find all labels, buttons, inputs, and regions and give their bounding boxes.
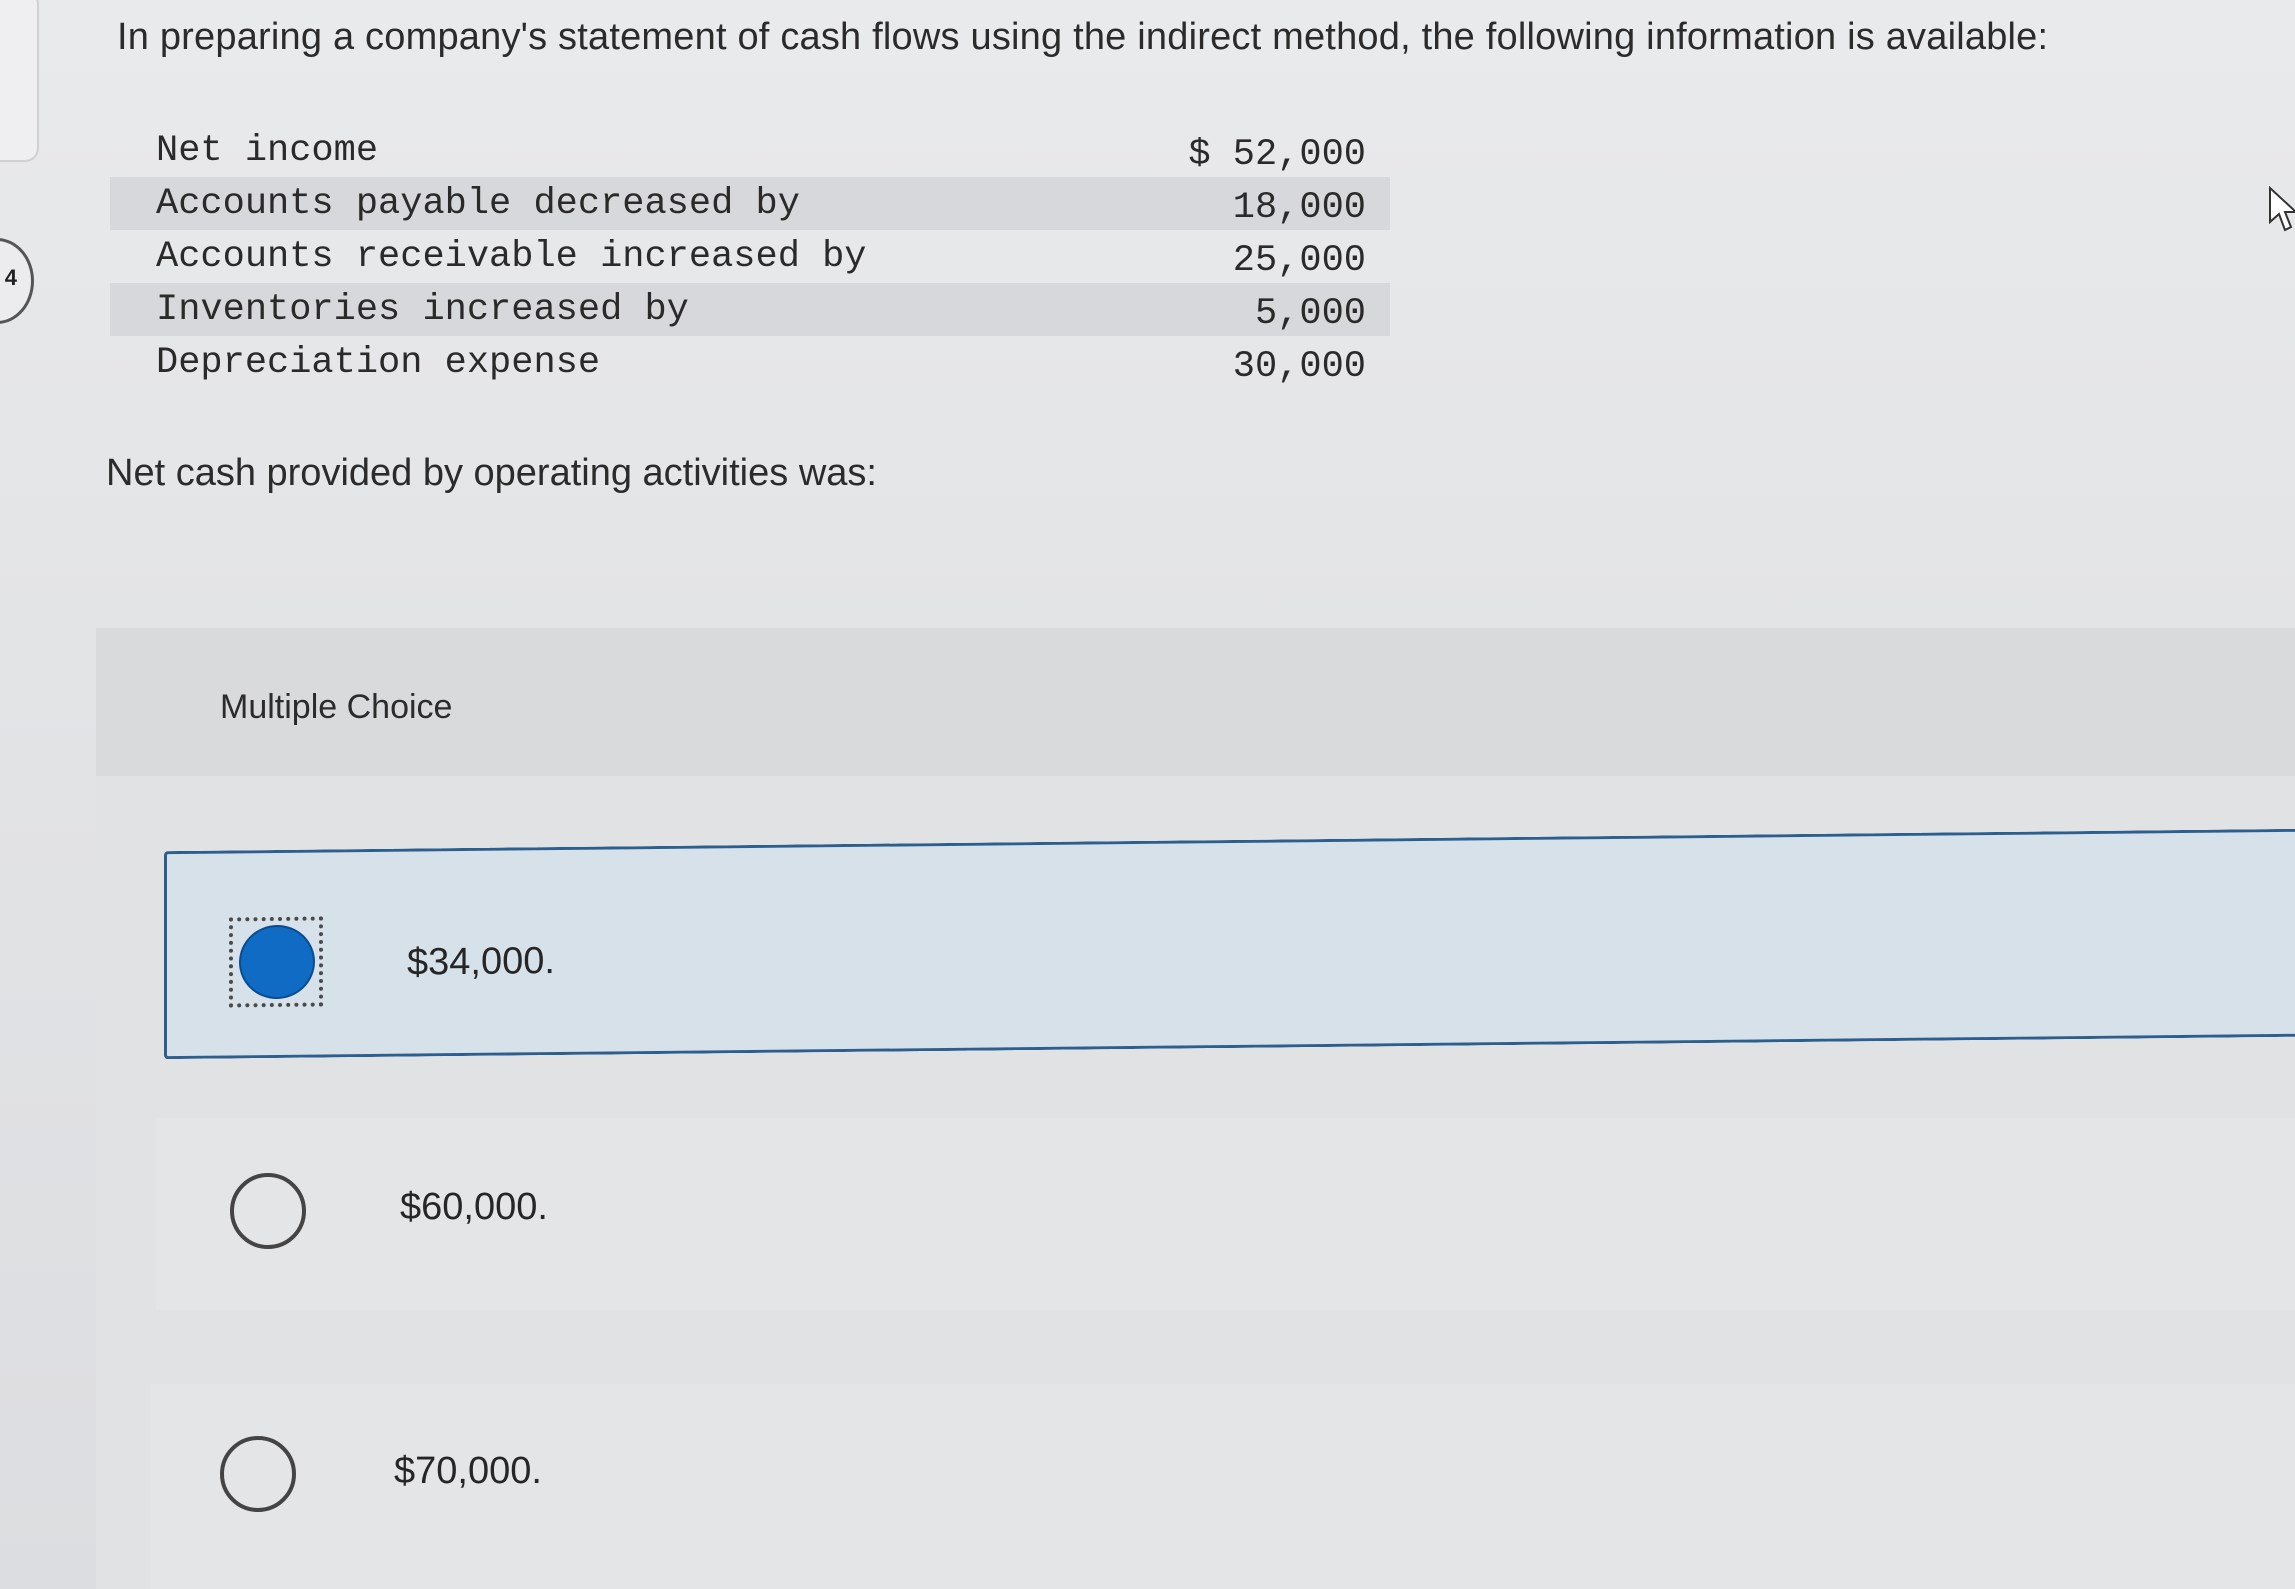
row-label: Accounts payable decreased by	[156, 183, 800, 225]
radio-focus-outline[interactable]	[229, 916, 323, 1008]
row-label: Inventories increased by	[156, 289, 689, 331]
answer-option-selected[interactable]: $34,000.	[164, 828, 2295, 1060]
question-number: 4	[4, 265, 17, 290]
question-text: In preparing a company's statement of ca…	[117, 16, 2049, 58]
row-value: $ 52,000	[1188, 134, 1366, 176]
option-label[interactable]: $70,000.	[394, 1450, 542, 1493]
radio-selected-icon[interactable]	[239, 924, 315, 1000]
page: 4 In preparing a company's statement of …	[0, 0, 2295, 1589]
table-row: Net income $ 52,000	[110, 124, 1390, 177]
row-label: Accounts receivable increased by	[156, 236, 867, 278]
row-label: Net income	[156, 130, 379, 172]
radio-unselected-icon[interactable]	[220, 1436, 296, 1512]
row-value: 25,000	[1232, 240, 1366, 282]
row-value: 30,000	[1232, 346, 1366, 388]
radio-unselected-icon[interactable]	[230, 1173, 306, 1249]
question-prompt: Net cash provided by operating activitie…	[106, 452, 877, 494]
row-value: 5,000	[1254, 293, 1366, 335]
row-value: 18,000	[1232, 187, 1366, 229]
question-number-badge[interactable]: 4	[0, 238, 34, 324]
table-row: Depreciation expense 30,000	[110, 336, 1390, 389]
row-label: Depreciation expense	[156, 342, 601, 384]
answer-option[interactable]: $60,000.	[156, 1118, 2295, 1310]
side-panel-edge[interactable]	[0, 0, 39, 162]
option-label[interactable]: $34,000.	[407, 940, 555, 985]
multiple-choice-label: Multiple Choice	[220, 688, 453, 726]
mouse-pointer-icon	[2269, 186, 2295, 232]
option-label[interactable]: $60,000.	[400, 1186, 548, 1229]
table-row: Accounts receivable increased by 25,000	[110, 230, 1390, 283]
table-row: Accounts payable decreased by 18,000	[110, 177, 1390, 230]
multiple-choice-header: Multiple Choice	[96, 628, 2295, 776]
answer-option[interactable]: $70,000.	[150, 1384, 2295, 1589]
data-table: Net income $ 52,000 Accounts payable dec…	[110, 124, 1390, 389]
table-row: Inventories increased by 5,000	[110, 283, 1390, 336]
